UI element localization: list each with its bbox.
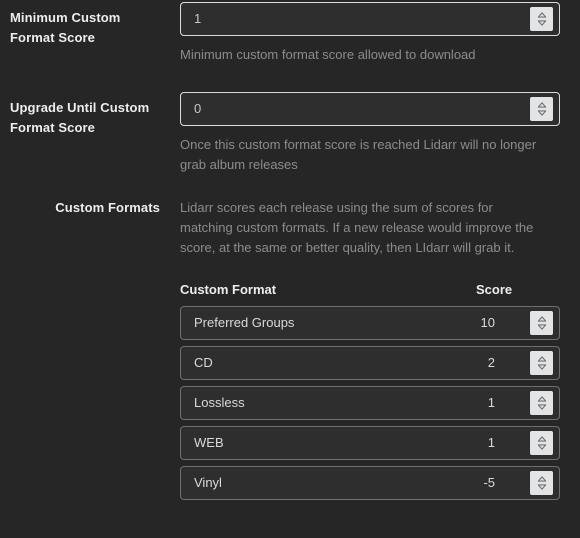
table-row[interactable]: Vinyl -5 [180,466,560,500]
table-row[interactable]: CD 2 [180,346,560,380]
upgrade-until-custom-format-score-label-line2: Format Score [10,120,96,135]
upgrade-until-custom-format-score-label: Upgrade Until Custom Format Score [10,98,160,138]
custom-format-name: Vinyl [194,475,222,490]
upgrade-until-custom-format-score-help: Once this custom format score is reached… [180,137,537,172]
minimum-custom-format-score-value: 1 [194,11,202,26]
custom-formats-content: Lidarr scores each release using the sum… [180,198,560,506]
custom-formats-table-header: Custom Format Score [180,280,560,302]
custom-format-score-value: 1 [487,395,495,410]
custom-format-score-value: 2 [487,355,495,370]
spinner-up-down-icon[interactable] [530,431,553,455]
minimum-custom-format-score-help: Minimum custom format score allowed to d… [180,47,476,62]
minimum-custom-format-score-input[interactable]: 1 [180,2,560,36]
custom-format-name: Lossless [194,395,245,410]
spinner-up-down-icon[interactable] [530,7,553,31]
custom-format-score-value: -5 [483,475,495,490]
spinner-up-down-icon[interactable] [530,351,553,375]
upgrade-until-custom-format-score-value: 0 [194,101,202,116]
custom-format-name: CD [194,355,213,370]
minimum-custom-format-score-content: 1 Minimum custom format score allowed to… [180,2,560,65]
custom-formats-label: Custom Formats [55,200,160,215]
table-row[interactable]: Preferred Groups 10 [180,306,560,340]
upgrade-until-custom-format-score-label-line1: Upgrade Until Custom [10,100,150,115]
custom-format-score-value: 1 [487,435,495,450]
spinner-up-down-icon[interactable] [530,311,553,335]
minimum-custom-format-score-label: Minimum Custom Format Score [10,8,160,48]
upgrade-until-custom-format-score-input[interactable]: 0 [180,92,560,126]
column-header-custom-format: Custom Format [180,282,277,297]
spinner-up-down-icon[interactable] [530,471,553,495]
custom-format-name: WEB [194,435,224,450]
custom-format-score-value: 10 [480,315,495,330]
minimum-custom-format-score-label-line2: Format Score [10,30,96,45]
spinner-up-down-icon[interactable] [530,391,553,415]
custom-formats-help: Lidarr scores each release using the sum… [180,200,534,255]
spinner-up-down-icon[interactable] [530,97,553,121]
column-header-score: Score [476,282,513,297]
minimum-custom-format-score-label-line1: Minimum Custom [10,10,121,25]
table-row[interactable]: WEB 1 [180,426,560,460]
upgrade-until-custom-format-score-content: 0 Once this custom format score is reach… [180,92,560,175]
table-row[interactable]: Lossless 1 [180,386,560,420]
custom-formats-list: Preferred Groups 10 CD 2 Lossless 1 WEB … [180,306,560,500]
custom-format-name: Preferred Groups [194,315,295,330]
